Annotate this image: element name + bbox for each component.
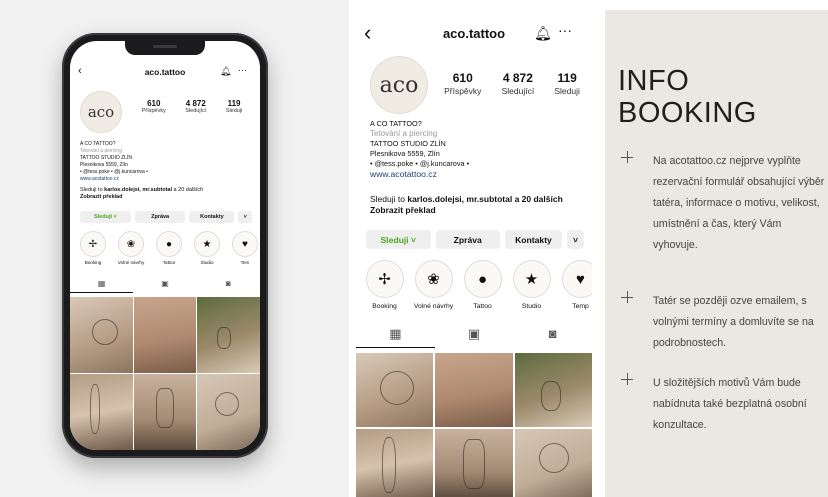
translate-link: Zobrazit překlad: [370, 205, 436, 215]
followed-by[interactable]: Sleduji to karlos.dolejsi, mr.subtotal a…: [370, 194, 590, 216]
post-thumbnail[interactable]: [356, 429, 434, 497]
highlight-tattoo[interactable]: ● Tattoo: [462, 260, 503, 310]
highlight-temp[interactable]: ♥ Temp: [560, 260, 592, 310]
mini-highlight[interactable]: ★ Studio: [192, 231, 222, 265]
website-link[interactable]: www.acotattoo.cz: [370, 169, 588, 179]
info-booking-panel: INFO BOOKING Na acotattoo.cz nejprve vyp…: [605, 10, 828, 497]
more-suggestions-button[interactable]: ˅: [566, 230, 584, 249]
reels-icon[interactable]: ▣: [435, 326, 514, 348]
post-thumbnail[interactable]: [514, 353, 592, 427]
mini-highlight[interactable]: ❀ Volné návrhy: [116, 231, 146, 265]
post-thumbnail[interactable]: [356, 353, 434, 427]
mini-highlights: ✢ Booking ❀ Volné návrhy ● Tattoo ★ Studio ♥…: [78, 231, 260, 265]
mini-highlight[interactable]: ● Tattoo: [154, 231, 184, 265]
message-button[interactable]: Zpráva: [435, 230, 500, 249]
bio-category: Tetování a piercing: [370, 129, 438, 138]
mini-follow-button[interactable]: Sleduji ˅: [80, 211, 131, 223]
stat-following[interactable]: 119 Sleduji: [554, 71, 580, 96]
heart-icon: ♥: [232, 231, 258, 257]
mini-followed-by[interactable]: Sleduji to karlos.dolejsi, mr.subtotal a…: [80, 187, 255, 201]
bio-name: A CO TATTOO?: [370, 119, 422, 128]
mini-photo-grid: [70, 297, 260, 450]
rose-icon: ❀: [414, 260, 453, 298]
bell-icon[interactable]: 🔔︎: [220, 66, 231, 77]
phone-mockup-panel: ‹ aco.tattoo 🔔︎ ··· aco 610 Příspěvky 4 8…: [0, 0, 349, 497]
more-icon[interactable]: ···: [558, 22, 572, 38]
post-thumbnail[interactable]: [435, 429, 513, 497]
sparkle-icon: [621, 291, 635, 305]
tagged-icon[interactable]: ◙: [197, 279, 260, 293]
stat-followers[interactable]: 4 872 Sledující: [502, 71, 535, 96]
mini-message-button[interactable]: Zpráva: [134, 211, 186, 223]
grid-icon[interactable]: ▦: [70, 279, 134, 293]
action-buttons: Sleduji ˅ Zpráva Kontakty ˅: [366, 230, 584, 249]
photo-grid: [356, 353, 592, 497]
stat-posts[interactable]: 610 Příspěvky: [444, 71, 481, 96]
collage: ‹ aco.tattoo 🔔︎ ··· aco 610 Příspěvky 4 8…: [0, 0, 828, 497]
post-thumbnail[interactable]: [70, 374, 133, 450]
profile-panel: ‹ aco.tattoo 🔔︎ ··· aco 610 Příspěvky 4 8…: [356, 10, 592, 497]
highlight-booking[interactable]: ✢ Booking: [364, 260, 405, 310]
mini-more-button[interactable]: ˅: [238, 211, 252, 223]
post-thumbnail[interactable]: [197, 374, 260, 450]
bio-mentions[interactable]: • @tess.poke • @j.kuncarova •: [370, 159, 588, 169]
bio-address: Plesnikova 5559, Zlín: [370, 149, 440, 158]
mini-bio: A CO TATTOO? Tetování a piercing TATTOO …: [80, 141, 255, 183]
post-thumbnail[interactable]: [70, 297, 133, 373]
mini-stat-following[interactable]: 119 Sleduji: [226, 99, 243, 114]
post-thumbnail[interactable]: [514, 429, 592, 497]
profile-avatar[interactable]: aco: [370, 56, 428, 114]
sparkle-icon: [621, 373, 635, 387]
more-icon[interactable]: ···: [238, 65, 247, 75]
phone-notch: [125, 41, 205, 55]
reels-icon[interactable]: ▣: [133, 279, 196, 293]
mini-website-link[interactable]: www.acotattoo.cz: [80, 176, 255, 183]
sparkle-icon: ✢: [365, 260, 404, 298]
sparkle-icon: [621, 151, 635, 165]
star-icon: ★: [194, 231, 220, 257]
tagged-icon[interactable]: ◙: [513, 326, 592, 348]
post-thumbnail[interactable]: [197, 297, 260, 373]
mini-username: aco.tattoo: [144, 67, 186, 77]
mini-stats: 610 Příspěvky 4 872 Sledující 119 Sleduji: [132, 99, 252, 114]
mini-stat-followers[interactable]: 4 872 Sledující: [185, 99, 206, 114]
star-icon: ★: [512, 260, 551, 298]
mini-profile-tabs: ▦ ▣ ◙: [70, 279, 260, 293]
profile-header: ‹ aco.tattoo 🔔︎ ···: [356, 22, 592, 46]
dot-icon: ●: [463, 260, 502, 298]
bio-studio: TATTOO STUDIO ZLÍN: [370, 139, 446, 148]
mini-avatar[interactable]: aco: [80, 91, 122, 133]
dot-icon: ●: [156, 231, 182, 257]
rose-icon: ❀: [118, 231, 144, 257]
profile-username: aco.tattoo: [442, 26, 506, 41]
info-title: INFO BOOKING: [618, 65, 757, 129]
mini-header: ‹ aco.tattoo 🔔︎ ···: [70, 65, 260, 81]
profile-stats: 610 Příspěvky 4 872 Sledující 119 Sleduji: [434, 71, 590, 96]
mini-contacts-button[interactable]: Kontakty: [189, 211, 235, 223]
post-thumbnail[interactable]: [133, 297, 197, 373]
profile-tabs: ▦ ▣ ◙: [356, 326, 592, 348]
heart-icon: ♥: [561, 260, 592, 298]
sparkle-icon: ✢: [80, 231, 106, 257]
mini-stat-posts[interactable]: 610 Příspěvky: [142, 99, 166, 114]
story-highlights: ✢ Booking ❀ Volné návrhy ● Tattoo ★ Studio ♥…: [364, 260, 592, 310]
phone-screen: ‹ aco.tattoo 🔔︎ ··· aco 610 Příspěvky 4 8…: [70, 41, 260, 450]
contacts-button[interactable]: Kontakty: [505, 230, 562, 249]
mini-highlight[interactable]: ♥ Tem: [230, 231, 260, 265]
highlight-volne-navrhy[interactable]: ❀ Volné návrhy: [413, 260, 454, 310]
grid-icon[interactable]: ▦: [356, 326, 435, 348]
mini-action-buttons: Sleduji ˅ Zpráva Kontakty ˅: [80, 211, 252, 223]
follow-button[interactable]: Sleduji ˅: [366, 230, 431, 249]
mini-highlight[interactable]: ✢ Booking: [78, 231, 108, 265]
post-thumbnail[interactable]: [435, 353, 513, 427]
phone-frame: ‹ aco.tattoo 🔔︎ ··· aco 610 Příspěvky 4 8…: [62, 33, 268, 458]
profile-bio: A CO TATTOO? Tetování a piercing TATTOO …: [370, 119, 588, 179]
highlight-studio[interactable]: ★ Studio: [511, 260, 552, 310]
bell-icon[interactable]: 🔔︎: [534, 25, 552, 42]
post-thumbnail[interactable]: [133, 374, 197, 450]
mini-profile: ‹ aco.tattoo 🔔︎ ··· aco 610 Příspěvky 4 8…: [70, 41, 260, 450]
